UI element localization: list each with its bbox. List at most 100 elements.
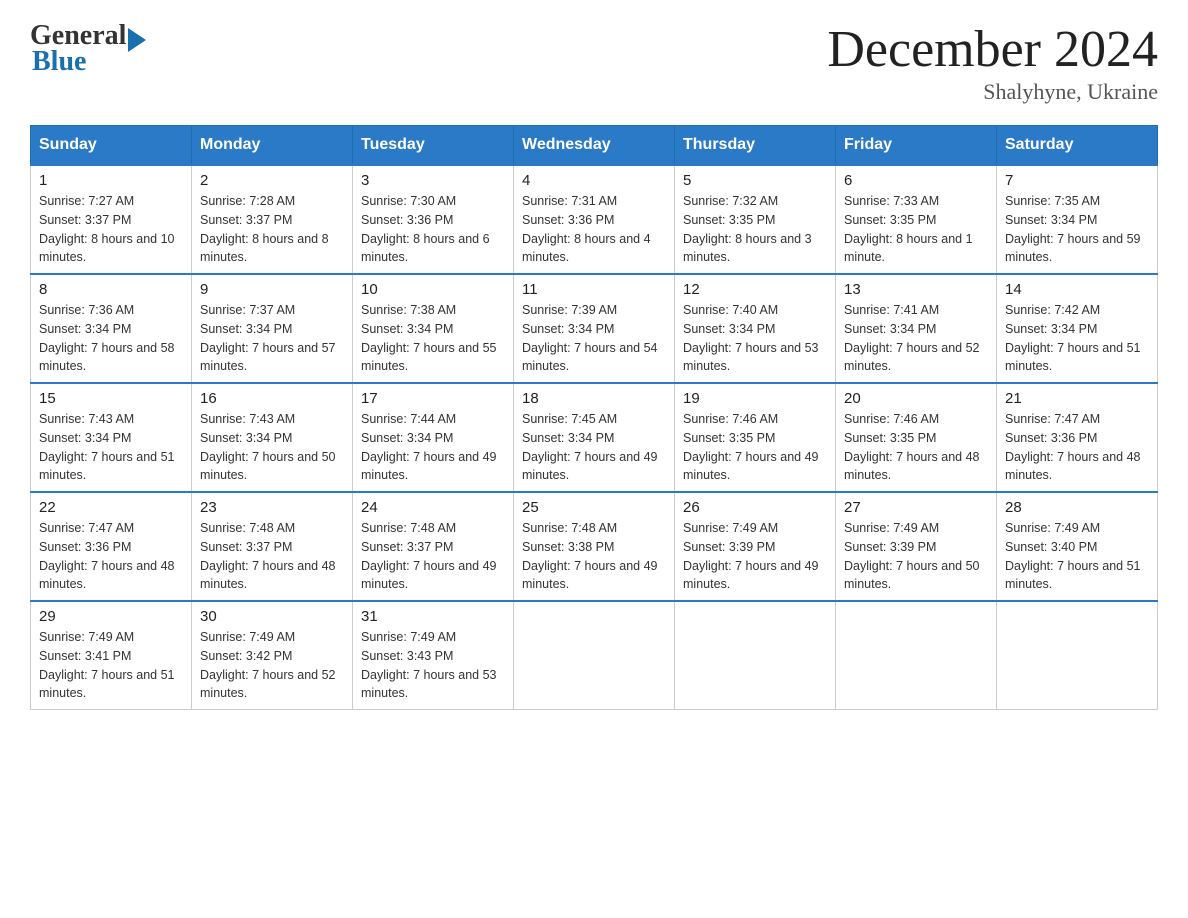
day-number: 8 (39, 281, 183, 298)
day-info: Sunrise: 7:42 AM Sunset: 3:34 PM Dayligh… (1005, 301, 1149, 376)
calendar-cell: 25 Sunrise: 7:48 AM Sunset: 3:38 PM Dayl… (514, 492, 675, 601)
calendar-cell: 6 Sunrise: 7:33 AM Sunset: 3:35 PM Dayli… (836, 165, 997, 274)
sunrise-label: Sunrise: 7:48 AM (361, 521, 456, 535)
daylight-label: Daylight: 8 hours and 8 minutes. (200, 232, 329, 265)
day-info: Sunrise: 7:33 AM Sunset: 3:35 PM Dayligh… (844, 192, 988, 267)
calendar-cell (836, 601, 997, 710)
day-number: 2 (200, 172, 344, 189)
sunset-label: Sunset: 3:42 PM (200, 649, 292, 663)
sunrise-label: Sunrise: 7:41 AM (844, 303, 939, 317)
sunrise-label: Sunrise: 7:47 AM (1005, 412, 1100, 426)
daylight-label: Daylight: 7 hours and 49 minutes. (683, 450, 819, 483)
day-number: 28 (1005, 499, 1149, 516)
sunset-label: Sunset: 3:37 PM (39, 213, 131, 227)
calendar-cell (675, 601, 836, 710)
day-number: 13 (844, 281, 988, 298)
day-info: Sunrise: 7:48 AM Sunset: 3:38 PM Dayligh… (522, 519, 666, 594)
daylight-label: Daylight: 8 hours and 10 minutes. (39, 232, 175, 265)
day-info: Sunrise: 7:35 AM Sunset: 3:34 PM Dayligh… (1005, 192, 1149, 267)
daylight-label: Daylight: 7 hours and 49 minutes. (361, 450, 497, 483)
sunrise-label: Sunrise: 7:49 AM (683, 521, 778, 535)
day-number: 14 (1005, 281, 1149, 298)
daylight-label: Daylight: 8 hours and 4 minutes. (522, 232, 651, 265)
day-info: Sunrise: 7:31 AM Sunset: 3:36 PM Dayligh… (522, 192, 666, 267)
day-info: Sunrise: 7:49 AM Sunset: 3:39 PM Dayligh… (683, 519, 827, 594)
sunset-label: Sunset: 3:34 PM (200, 322, 292, 336)
sunrise-label: Sunrise: 7:28 AM (200, 194, 295, 208)
calendar-cell: 15 Sunrise: 7:43 AM Sunset: 3:34 PM Dayl… (31, 383, 192, 492)
column-header-saturday: Saturday (997, 126, 1158, 166)
sunrise-label: Sunrise: 7:40 AM (683, 303, 778, 317)
column-header-sunday: Sunday (31, 126, 192, 166)
daylight-label: Daylight: 7 hours and 53 minutes. (683, 341, 819, 374)
sunset-label: Sunset: 3:34 PM (844, 322, 936, 336)
calendar-cell: 11 Sunrise: 7:39 AM Sunset: 3:34 PM Dayl… (514, 274, 675, 383)
calendar-cell: 18 Sunrise: 7:45 AM Sunset: 3:34 PM Dayl… (514, 383, 675, 492)
month-year-title: December 2024 (827, 20, 1158, 79)
sunrise-label: Sunrise: 7:31 AM (522, 194, 617, 208)
sunrise-label: Sunrise: 7:39 AM (522, 303, 617, 317)
calendar-week-row: 15 Sunrise: 7:43 AM Sunset: 3:34 PM Dayl… (31, 383, 1158, 492)
sunrise-label: Sunrise: 7:48 AM (200, 521, 295, 535)
calendar-cell: 3 Sunrise: 7:30 AM Sunset: 3:36 PM Dayli… (353, 165, 514, 274)
sunrise-label: Sunrise: 7:49 AM (39, 630, 134, 644)
calendar-cell (997, 601, 1158, 710)
calendar-cell: 26 Sunrise: 7:49 AM Sunset: 3:39 PM Dayl… (675, 492, 836, 601)
sunrise-label: Sunrise: 7:27 AM (39, 194, 134, 208)
sunset-label: Sunset: 3:34 PM (522, 322, 614, 336)
sunrise-label: Sunrise: 7:46 AM (683, 412, 778, 426)
day-number: 9 (200, 281, 344, 298)
daylight-label: Daylight: 7 hours and 49 minutes. (683, 559, 819, 592)
sunset-label: Sunset: 3:37 PM (200, 213, 292, 227)
sunset-label: Sunset: 3:37 PM (361, 540, 453, 554)
calendar-cell: 29 Sunrise: 7:49 AM Sunset: 3:41 PM Dayl… (31, 601, 192, 710)
day-number: 7 (1005, 172, 1149, 189)
sunset-label: Sunset: 3:34 PM (683, 322, 775, 336)
calendar-cell: 1 Sunrise: 7:27 AM Sunset: 3:37 PM Dayli… (31, 165, 192, 274)
day-number: 24 (361, 499, 505, 516)
daylight-label: Daylight: 7 hours and 48 minutes. (39, 559, 175, 592)
sunrise-label: Sunrise: 7:30 AM (361, 194, 456, 208)
sunrise-label: Sunrise: 7:47 AM (39, 521, 134, 535)
day-info: Sunrise: 7:43 AM Sunset: 3:34 PM Dayligh… (39, 410, 183, 485)
day-info: Sunrise: 7:32 AM Sunset: 3:35 PM Dayligh… (683, 192, 827, 267)
daylight-label: Daylight: 7 hours and 49 minutes. (522, 559, 658, 592)
sunrise-label: Sunrise: 7:32 AM (683, 194, 778, 208)
day-number: 12 (683, 281, 827, 298)
sunset-label: Sunset: 3:34 PM (39, 431, 131, 445)
daylight-label: Daylight: 7 hours and 51 minutes. (39, 450, 175, 483)
calendar-cell: 20 Sunrise: 7:46 AM Sunset: 3:35 PM Dayl… (836, 383, 997, 492)
column-header-thursday: Thursday (675, 126, 836, 166)
sunset-label: Sunset: 3:37 PM (200, 540, 292, 554)
day-number: 1 (39, 172, 183, 189)
daylight-label: Daylight: 7 hours and 48 minutes. (844, 450, 980, 483)
sunrise-label: Sunrise: 7:49 AM (844, 521, 939, 535)
location-subtitle: Shalyhyne, Ukraine (827, 79, 1158, 105)
sunrise-label: Sunrise: 7:37 AM (200, 303, 295, 317)
day-number: 18 (522, 390, 666, 407)
day-number: 22 (39, 499, 183, 516)
day-number: 30 (200, 608, 344, 625)
daylight-label: Daylight: 7 hours and 59 minutes. (1005, 232, 1141, 265)
day-info: Sunrise: 7:27 AM Sunset: 3:37 PM Dayligh… (39, 192, 183, 267)
day-info: Sunrise: 7:49 AM Sunset: 3:42 PM Dayligh… (200, 628, 344, 703)
day-number: 16 (200, 390, 344, 407)
calendar-cell (514, 601, 675, 710)
day-info: Sunrise: 7:47 AM Sunset: 3:36 PM Dayligh… (1005, 410, 1149, 485)
sunset-label: Sunset: 3:34 PM (39, 322, 131, 336)
day-number: 11 (522, 281, 666, 298)
day-number: 19 (683, 390, 827, 407)
calendar-cell: 21 Sunrise: 7:47 AM Sunset: 3:36 PM Dayl… (997, 383, 1158, 492)
day-number: 20 (844, 390, 988, 407)
calendar-cell: 12 Sunrise: 7:40 AM Sunset: 3:34 PM Dayl… (675, 274, 836, 383)
sunrise-label: Sunrise: 7:49 AM (200, 630, 295, 644)
daylight-label: Daylight: 7 hours and 55 minutes. (361, 341, 497, 374)
column-header-monday: Monday (192, 126, 353, 166)
sunrise-label: Sunrise: 7:35 AM (1005, 194, 1100, 208)
sunrise-label: Sunrise: 7:36 AM (39, 303, 134, 317)
sunset-label: Sunset: 3:36 PM (361, 213, 453, 227)
day-number: 29 (39, 608, 183, 625)
day-info: Sunrise: 7:49 AM Sunset: 3:39 PM Dayligh… (844, 519, 988, 594)
sunset-label: Sunset: 3:41 PM (39, 649, 131, 663)
day-number: 3 (361, 172, 505, 189)
